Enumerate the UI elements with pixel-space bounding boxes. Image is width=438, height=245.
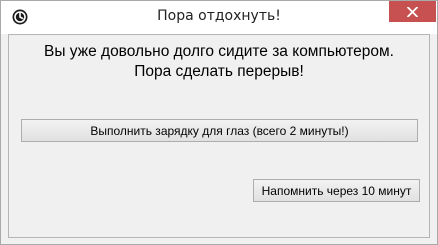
remind-later-button-label: Напомнить через 10 минут bbox=[261, 183, 412, 198]
eye-exercise-button-label: Выполнить зарядку для глаз (всего 2 мину… bbox=[90, 123, 349, 138]
dialog-content: Вы уже довольно долго сидите за компьюте… bbox=[8, 34, 430, 238]
reminder-message: Вы уже довольно долго сидите за компьюте… bbox=[9, 42, 429, 82]
remind-later-button[interactable]: Напомнить через 10 минут bbox=[253, 179, 420, 202]
message-line-2: Пора сделать перерыв! bbox=[134, 63, 304, 80]
close-button[interactable] bbox=[389, 1, 436, 22]
close-icon bbox=[407, 2, 418, 21]
dialog-window: Пора отдохнуть! Вы уже довольно долго си… bbox=[0, 0, 438, 245]
message-line-1: Вы уже довольно долго сидите за компьюте… bbox=[44, 43, 394, 60]
title-bar[interactable]: Пора отдохнуть! bbox=[1, 1, 437, 34]
eye-exercise-button[interactable]: Выполнить зарядку для глаз (всего 2 мину… bbox=[21, 119, 418, 142]
window-title: Пора отдохнуть! bbox=[157, 8, 281, 24]
